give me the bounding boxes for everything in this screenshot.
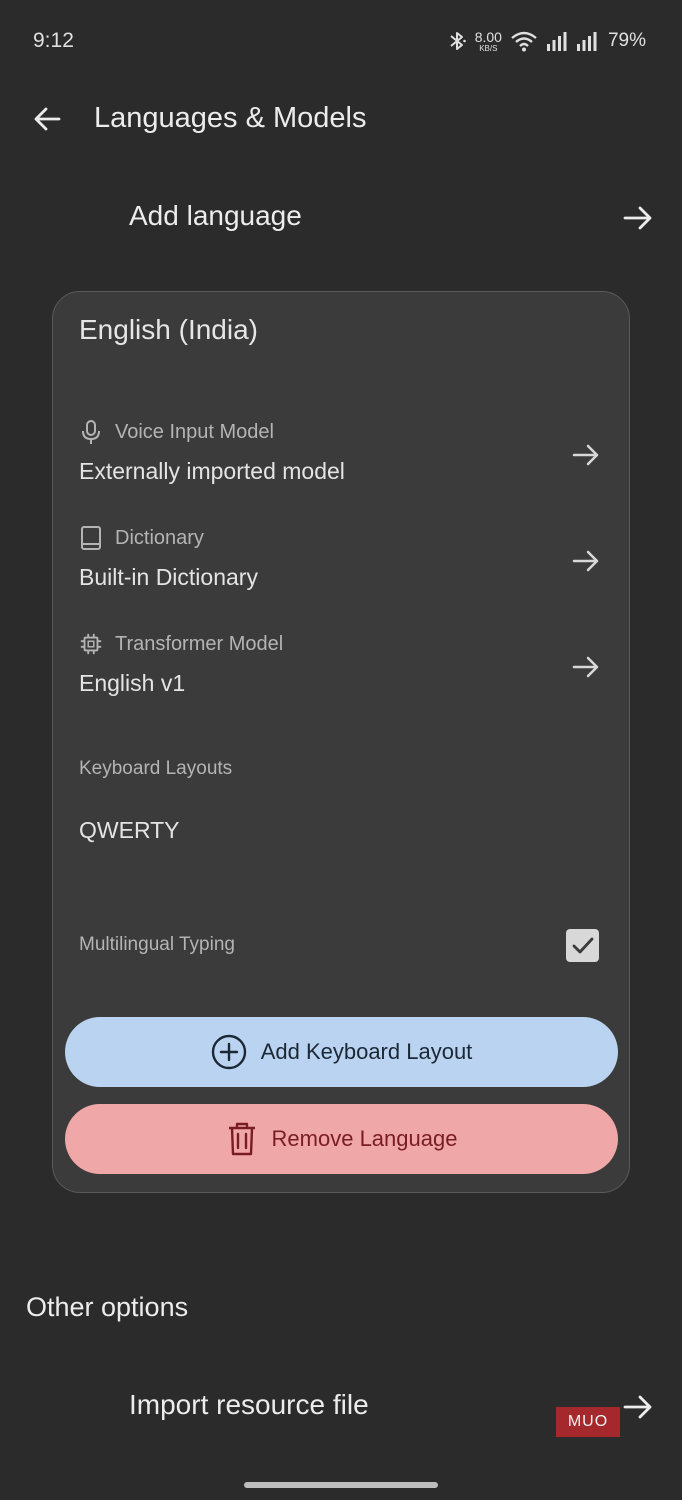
arrow-right-icon [572,444,599,466]
dictionary-row[interactable]: Dictionary Built-in Dictionary [53,524,631,614]
voice-input-model-row[interactable]: Voice Input Model Externally imported mo… [53,418,631,508]
import-resource-file-label: Import resource file [129,1389,369,1420]
multilingual-typing-label: Multilingual Typing [79,934,235,955]
keyboard-layout-item[interactable]: QWERTY [79,817,180,844]
battery-level: 79% [607,30,646,51]
remove-language-label: Remove Language [271,1126,458,1151]
signal-icon [546,32,567,51]
screen: 9:12 8.00 KB/S 79% Languages & Models Ad… [0,0,682,1500]
voice-input-model-caption: Voice Input Model [79,418,274,446]
arrow-right-icon [623,1395,652,1419]
network-speed-value: 8.00 [474,28,502,45]
status-icons: 8.00 KB/S 79% [447,26,646,56]
voice-input-model-label: Voice Input Model [115,420,274,443]
dictionary-value: Built-in Dictionary [79,564,258,590]
trash-icon [228,1122,255,1156]
watermark-logo: MUO [556,1407,620,1437]
keyboard-layouts-label: Keyboard Layouts [79,758,233,779]
transformer-model-value: English v1 [79,670,186,696]
add-language-row[interactable]: Add language [0,178,682,254]
book-icon [79,525,103,551]
watermark-text: MUO [567,1413,609,1430]
home-indicator[interactable] [244,1482,438,1488]
add-circle-icon [211,1034,246,1070]
network-speed-unit: KB/S [479,43,498,53]
arrow-left-icon [34,107,61,131]
dictionary-caption: Dictionary [79,524,204,552]
language-title: English (India) [79,314,258,345]
dictionary-label: Dictionary [115,526,204,549]
remove-language-button[interactable]: Remove Language [65,1104,618,1174]
arrow-right-icon [623,206,652,230]
transformer-model-row[interactable]: Transformer Model English v1 [53,630,631,720]
multilingual-typing-checkbox[interactable] [566,929,599,962]
transformer-model-caption: Transformer Model [79,630,283,658]
app-bar: Languages & Models [0,86,682,152]
signal-icon [576,32,597,51]
back-button[interactable] [24,96,70,142]
status-bar: 9:12 8.00 KB/S 79% [0,0,682,80]
network-speed: 8.00 KB/S [475,30,502,53]
add-language-label: Add language [129,200,302,231]
bluetooth-icon [450,32,466,50]
chip-icon [79,631,103,657]
check-icon [572,937,593,953]
arrow-right-icon [572,656,599,678]
transformer-model-label: Transformer Model [115,632,284,655]
page-title: Languages & Models [94,102,367,134]
other-options-heading: Other options [26,1292,189,1322]
add-keyboard-layout-label: Add Keyboard Layout [260,1039,473,1064]
language-card: English (India) Voice Input Model Extern… [52,291,630,1193]
add-keyboard-layout-button[interactable]: Add Keyboard Layout [65,1017,618,1087]
wifi-icon [511,31,537,52]
microphone-icon [79,419,103,445]
status-time: 9:12 [33,29,74,52]
voice-input-model-value: Externally imported model [79,458,345,484]
arrow-right-icon [572,550,599,572]
